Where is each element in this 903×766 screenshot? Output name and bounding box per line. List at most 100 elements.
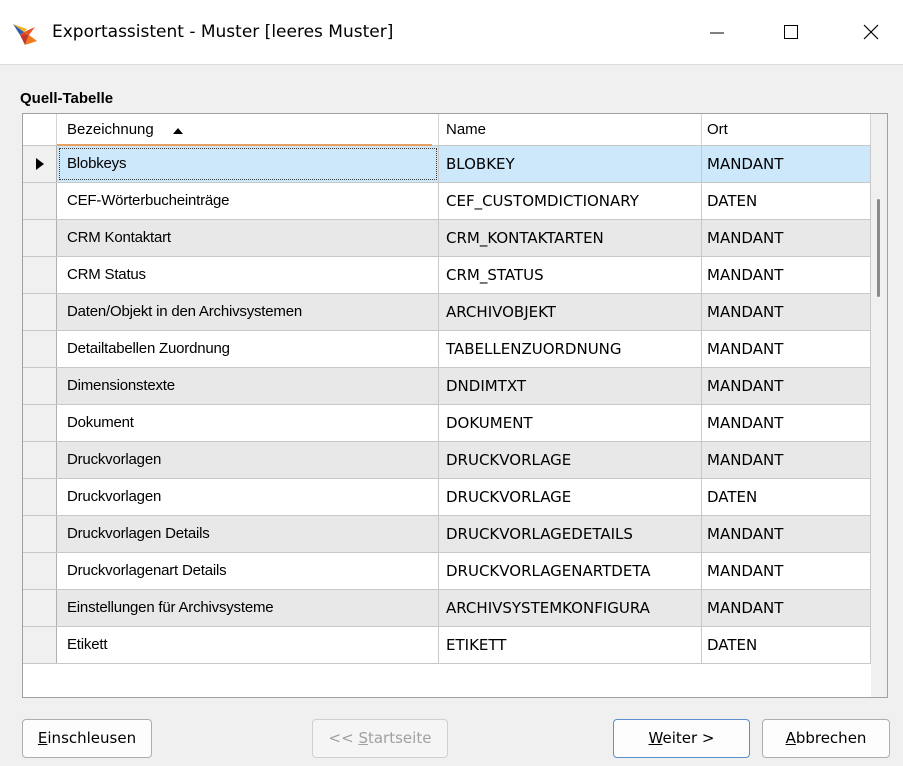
cell-ort[interactable]: DATEN: [702, 479, 871, 515]
mnemonic: E: [37, 729, 48, 747]
cell-ort[interactable]: DATEN: [702, 183, 871, 219]
table-row[interactable]: Detailtabellen Zuordnung TABELLENZUORDNUN…: [23, 331, 871, 368]
cell-bezeichnung[interactable]: CRM Kontaktart: [57, 220, 439, 256]
cell-ort[interactable]: MANDANT: [702, 146, 871, 182]
cell-ort[interactable]: MANDANT: [702, 294, 871, 330]
cell-ort[interactable]: DATEN: [702, 627, 871, 663]
title-bar: Exportassistent - Muster [leeres Muster]: [0, 0, 903, 65]
cell-name[interactable]: CRM_KONTAKTARTEN: [439, 220, 702, 256]
cell-name[interactable]: ETIKETT: [439, 627, 702, 663]
cell-bezeichnung[interactable]: CEF-Wörterbucheinträge: [57, 183, 439, 219]
table-header: Bezeichnung Name Ort: [23, 114, 871, 146]
cell-ort[interactable]: MANDANT: [702, 331, 871, 367]
cell-bezeichnung[interactable]: Blobkeys: [57, 146, 439, 182]
cell-name[interactable]: BLOBKEY: [439, 146, 702, 182]
row-indicator[interactable]: [23, 220, 57, 256]
maximize-button[interactable]: [764, 12, 818, 52]
mnemonic: A: [785, 729, 796, 747]
cell-ort[interactable]: MANDANT: [702, 442, 871, 478]
cell-bezeichnung[interactable]: CRM Status: [57, 257, 439, 293]
row-indicator[interactable]: [23, 331, 57, 367]
cell-ort[interactable]: MANDANT: [702, 516, 871, 552]
table-row[interactable]: CRM Kontaktart CRM_KONTAKTARTEN MANDANT: [23, 220, 871, 257]
cell-name[interactable]: DRUCKVORLAGENARTDETA: [439, 553, 702, 589]
row-indicator[interactable]: [23, 294, 57, 330]
column-header-name[interactable]: Name: [439, 114, 702, 145]
source-table-grid[interactable]: Bezeichnung Name Ort Blobkeys BLOBKEY MAND…: [22, 113, 888, 698]
row-indicator[interactable]: [23, 516, 57, 552]
minimize-button[interactable]: [690, 12, 744, 52]
cell-bezeichnung[interactable]: Druckvorlagenart Details: [57, 553, 439, 589]
table-row[interactable]: Druckvorlagen Details DRUCKVORLAGEDETAILS…: [23, 516, 871, 553]
sort-ascending-icon: [172, 115, 184, 146]
table-row[interactable]: CRM Status CRM_STATUS MANDANT: [23, 257, 871, 294]
row-indicator[interactable]: [23, 257, 57, 293]
einschleusen-button[interactable]: Einschleusen: [22, 719, 152, 758]
row-indicator[interactable]: [23, 442, 57, 478]
cell-ort[interactable]: MANDANT: [702, 590, 871, 626]
cell-name[interactable]: CRM_STATUS: [439, 257, 702, 293]
mnemonic: W: [648, 729, 663, 747]
cell-bezeichnung[interactable]: Dokument: [57, 405, 439, 441]
row-indicator[interactable]: [23, 183, 57, 219]
table-row[interactable]: Druckvorlagen DRUCKVORLAGE DATEN: [23, 479, 871, 516]
table-row[interactable]: Dimensionstexte DNDIMTXT MANDANT: [23, 368, 871, 405]
startseite-button[interactable]: << Startseite: [312, 719, 448, 758]
maximize-icon: [784, 25, 798, 39]
column-header-bezeichnung[interactable]: Bezeichnung: [57, 114, 439, 145]
table-row[interactable]: Einstellungen für Archivsysteme ARCHIVSYS…: [23, 590, 871, 627]
cell-ort[interactable]: MANDANT: [702, 553, 871, 589]
cell-name[interactable]: CEF_CUSTOMDICTIONARY: [439, 183, 702, 219]
cell-name[interactable]: DOKUMENT: [439, 405, 702, 441]
window-title: Exportassistent - Muster [leeres Muster]: [52, 22, 394, 42]
column-header-ort[interactable]: Ort: [702, 114, 871, 145]
table-row[interactable]: Druckvorlagen DRUCKVORLAGE MANDANT: [23, 442, 871, 479]
cell-ort[interactable]: MANDANT: [702, 257, 871, 293]
button-label: inschleusen: [47, 729, 137, 747]
button-label: tartseite: [367, 729, 432, 747]
cell-bezeichnung[interactable]: Etikett: [57, 627, 439, 663]
mnemonic: S: [358, 729, 368, 747]
column-header-label: Ort: [707, 121, 728, 138]
cell-name[interactable]: DRUCKVORLAGE: [439, 442, 702, 478]
cell-bezeichnung[interactable]: Druckvorlagen Details: [57, 516, 439, 552]
cell-bezeichnung[interactable]: Druckvorlagen: [57, 442, 439, 478]
row-indicator[interactable]: [23, 146, 57, 182]
cell-bezeichnung[interactable]: Einstellungen für Archivsysteme: [57, 590, 439, 626]
button-label: eiter >: [662, 729, 715, 747]
column-header-label: Name: [446, 121, 487, 138]
scrollbar-thumb[interactable]: [877, 199, 880, 297]
table-row[interactable]: Dokument DOKUMENT MANDANT: [23, 405, 871, 442]
close-button[interactable]: [844, 12, 898, 52]
table-row[interactable]: CEF-Wörterbucheinträge CEF_CUSTOMDICTIONA…: [23, 183, 871, 220]
cell-name[interactable]: DNDIMTXT: [439, 368, 702, 404]
row-indicator[interactable]: [23, 405, 57, 441]
row-indicator[interactable]: [23, 479, 57, 515]
cell-name[interactable]: ARCHIVOBJEKT: [439, 294, 702, 330]
cell-name[interactable]: DRUCKVORLAGEDETAILS: [439, 516, 702, 552]
close-icon: [863, 24, 879, 40]
cell-ort[interactable]: MANDANT: [702, 220, 871, 256]
table-row[interactable]: Daten/Objekt in den Archivsystemen ARCHIV…: [23, 294, 871, 331]
cell-name[interactable]: ARCHIVSYSTEMKONFIGURA: [439, 590, 702, 626]
table-row[interactable]: Druckvorlagenart Details DRUCKVORLAGENART…: [23, 553, 871, 590]
row-indicator[interactable]: [23, 553, 57, 589]
cell-ort[interactable]: MANDANT: [702, 368, 871, 404]
cell-ort[interactable]: MANDANT: [702, 405, 871, 441]
source-table-label: Quell-Tabelle: [20, 90, 114, 107]
header-row-indicator: [23, 114, 57, 145]
row-indicator[interactable]: [23, 627, 57, 663]
vertical-scrollbar[interactable]: [871, 114, 887, 697]
cell-bezeichnung[interactable]: Daten/Objekt in den Archivsystemen: [57, 294, 439, 330]
abbrechen-button[interactable]: Abbrechen: [762, 719, 890, 758]
cell-name[interactable]: TABELLENZUORDNUNG: [439, 331, 702, 367]
weiter-button[interactable]: Weiter >: [613, 719, 750, 758]
row-indicator[interactable]: [23, 368, 57, 404]
table-row[interactable]: Etikett ETIKETT DATEN: [23, 627, 871, 664]
table-row[interactable]: Blobkeys BLOBKEY MANDANT: [23, 146, 871, 183]
cell-bezeichnung[interactable]: Druckvorlagen: [57, 479, 439, 515]
cell-bezeichnung[interactable]: Dimensionstexte: [57, 368, 439, 404]
row-indicator[interactable]: [23, 590, 57, 626]
cell-bezeichnung[interactable]: Detailtabellen Zuordnung: [57, 331, 439, 367]
cell-name[interactable]: DRUCKVORLAGE: [439, 479, 702, 515]
